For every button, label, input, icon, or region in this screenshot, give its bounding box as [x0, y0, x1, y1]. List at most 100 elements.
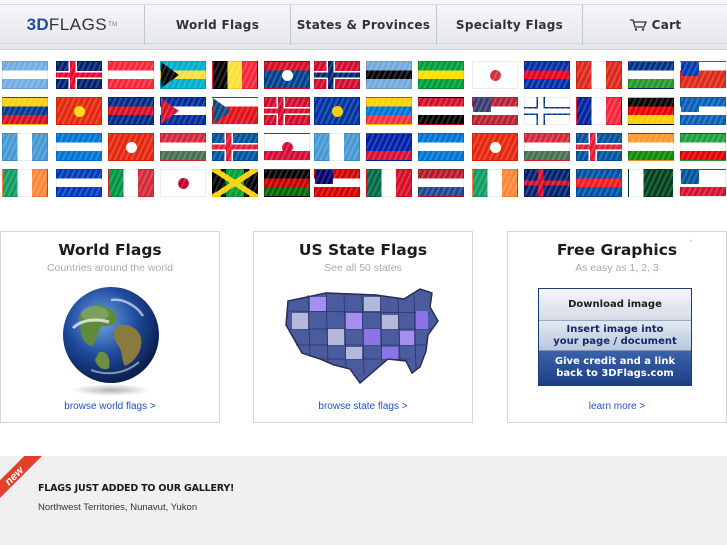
- flag-emblem: [490, 70, 501, 81]
- flag-emblem: [681, 98, 699, 112]
- flag-austria[interactable]: [108, 61, 154, 89]
- card-subtitle: See all 50 states: [324, 262, 402, 274]
- flag-botswana[interactable]: [366, 61, 412, 89]
- us-map-icon[interactable]: [280, 285, 450, 385]
- steps-panel: Download image Insert image into your pa…: [538, 288, 692, 386]
- learn-more-link[interactable]: learn more >: [508, 401, 726, 412]
- nav-specialty-flags[interactable]: Specialty Flags: [437, 5, 583, 45]
- flag-italy[interactable]: [108, 169, 154, 197]
- flag-belgium[interactable]: [212, 61, 258, 89]
- flag-colombia[interactable]: [2, 97, 48, 125]
- flag-chile[interactable]: [680, 61, 726, 89]
- flag-pakistan[interactable]: [628, 169, 674, 197]
- step-insert-image[interactable]: Insert image into your page / document: [539, 321, 691, 351]
- flag-honduras-2[interactable]: [418, 133, 464, 161]
- flag-haiti[interactable]: [366, 133, 412, 161]
- card-world-flags[interactable]: World Flags Countries around the world b…: [0, 231, 220, 423]
- nav-row: 3D FLAGS TM World Flags States & Provinces…: [0, 4, 727, 45]
- card-subtitle: Countries around the world: [46, 262, 174, 274]
- flag-greenland[interactable]: [264, 133, 310, 161]
- flag-kenya[interactable]: [264, 169, 310, 197]
- title-mark: *: [689, 240, 692, 246]
- flag-guatemala[interactable]: [2, 133, 48, 161]
- flag-emblem: [126, 142, 137, 153]
- flag-hong-kong-2[interactable]: [472, 133, 518, 161]
- flag-bermuda[interactable]: [314, 61, 360, 89]
- flag-new-zealand[interactable]: [524, 169, 570, 197]
- flag-china[interactable]: [56, 97, 102, 125]
- flag-emblem: [681, 62, 699, 76]
- card-us-state-flags[interactable]: US State Flags See all 50 states browse …: [253, 231, 473, 423]
- flag-iceland[interactable]: [212, 133, 258, 161]
- flag-ireland[interactable]: [2, 169, 48, 197]
- card-title: World Flags: [58, 241, 162, 259]
- top-nav: 3D FLAGS TM World Flags States & Provinces…: [0, 0, 727, 50]
- flag-costa-rica[interactable]: [108, 97, 154, 125]
- flag-hungary-2[interactable]: [524, 133, 570, 161]
- flag-iceland-2[interactable]: [576, 133, 622, 161]
- flag-central-african-rep[interactable]: [628, 61, 674, 89]
- card-title: US State Flags: [298, 241, 428, 259]
- new-badge: new: [0, 456, 50, 506]
- flag-finland[interactable]: [524, 97, 570, 125]
- nav-world-flags[interactable]: World Flags: [145, 5, 291, 45]
- flag-india[interactable]: [628, 133, 674, 161]
- flag-malaysia[interactable]: [314, 169, 360, 197]
- flag-jamaica[interactable]: [212, 169, 258, 197]
- flag-czech-republic[interactable]: [212, 97, 258, 125]
- nav-states-provinces[interactable]: States & Provinces: [291, 5, 437, 45]
- flag-emblem: [315, 170, 333, 184]
- logo-3d: 3D: [26, 15, 49, 34]
- flag-panama[interactable]: [680, 169, 726, 197]
- flag-european-union[interactable]: [314, 97, 360, 125]
- flag-argentina[interactable]: [2, 61, 48, 89]
- flag-australia[interactable]: [56, 61, 102, 89]
- flag-mexico[interactable]: [366, 169, 412, 197]
- logo-flags: FLAGS: [48, 15, 108, 34]
- step-download-image[interactable]: Download image: [539, 289, 691, 321]
- site-logo[interactable]: 3D FLAGS TM: [0, 5, 145, 45]
- flag-germany[interactable]: [628, 97, 674, 125]
- browse-state-flags-link[interactable]: browse state flags >: [254, 401, 472, 412]
- card-free-graphics[interactable]: Free Graphics * As easy as 1, 2, 3 Downl…: [507, 231, 727, 423]
- flag-brazil[interactable]: [418, 61, 464, 89]
- flag-cambodia[interactable]: [524, 61, 570, 89]
- flag-egypt[interactable]: [418, 97, 464, 125]
- flag-emblem: [473, 98, 491, 112]
- browse-world-flags-link[interactable]: browse world flags >: [1, 401, 219, 412]
- flag-mosaic: [0, 55, 727, 205]
- flag-emblem: [74, 106, 85, 117]
- flag-ireland-2[interactable]: [472, 169, 518, 197]
- globe-icon[interactable]: [51, 280, 171, 400]
- flag-iran[interactable]: [680, 133, 726, 161]
- flag-greece[interactable]: [680, 97, 726, 125]
- flag-canada[interactable]: [576, 61, 622, 89]
- new-ribbon-icon: new: [0, 456, 42, 498]
- flag-denmark[interactable]: [264, 97, 310, 125]
- flag-guatemala-2[interactable]: [314, 133, 360, 161]
- step-give-credit[interactable]: Give credit and a link back to 3DFlags.c…: [539, 351, 691, 385]
- gallery-list: Northwest Territories, Nunavut, Yukon: [38, 502, 198, 513]
- flag-emblem: [282, 142, 293, 153]
- flag-south-korea[interactable]: [472, 61, 518, 89]
- flag-honduras[interactable]: [56, 133, 102, 161]
- flag-emblem: [213, 98, 231, 124]
- flag-north-korea[interactable]: [576, 169, 622, 197]
- flag-hungary[interactable]: [160, 133, 206, 161]
- flag-ecuador[interactable]: [366, 97, 412, 125]
- flag-emblem: [681, 170, 699, 184]
- flag-japan[interactable]: [160, 169, 206, 197]
- flag-emblem: [282, 70, 293, 81]
- cart-icon: [629, 19, 647, 31]
- flag-israel[interactable]: [56, 169, 102, 197]
- flag-usa[interactable]: [472, 97, 518, 125]
- flag-bahamas[interactable]: [160, 61, 206, 89]
- flag-france[interactable]: [576, 97, 622, 125]
- flag-hong-kong[interactable]: [108, 133, 154, 161]
- flag-belize[interactable]: [264, 61, 310, 89]
- nav-cart[interactable]: Cart: [583, 5, 727, 45]
- flag-netherlands[interactable]: [418, 169, 464, 197]
- new-flags-banner: [0, 456, 727, 545]
- gallery-title[interactable]: FLAGS JUST ADDED TO OUR GALLERY!: [38, 483, 234, 494]
- flag-cuba[interactable]: [160, 97, 206, 125]
